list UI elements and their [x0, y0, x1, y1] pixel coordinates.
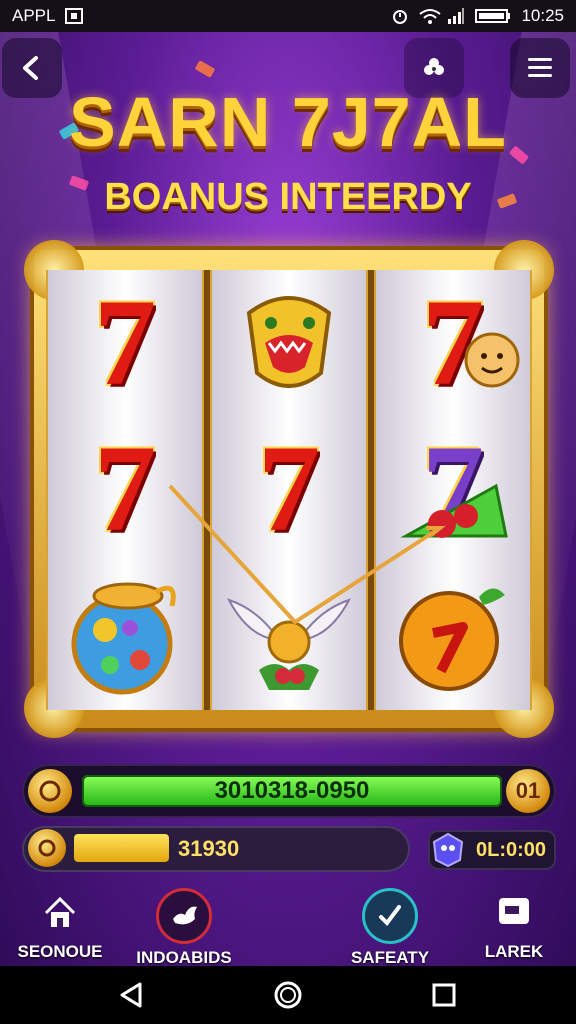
- wifi-icon: [419, 7, 442, 25]
- coin-icon: [28, 769, 72, 813]
- back-triangle-icon[interactable]: [116, 980, 146, 1015]
- shield-check-icon: [362, 888, 418, 944]
- payline-arrows: [168, 484, 446, 625]
- signal-icon: [447, 7, 465, 25]
- balance-value: 3010318-0950: [82, 775, 502, 807]
- timer-value: 0L:0:00: [476, 839, 547, 861]
- bird-icon: [156, 888, 212, 944]
- nav-label: SEONOUE: [17, 942, 103, 961]
- bet-fill: [74, 834, 169, 862]
- alarm-icon: [391, 7, 409, 25]
- back-arrow-icon: [23, 56, 38, 80]
- chat-icon: [489, 888, 539, 938]
- home-icon: [35, 888, 85, 938]
- bet-bar: 31930: [22, 826, 410, 872]
- game-title: SARN 7J7AL: [69, 83, 507, 161]
- nav-label: SAFEATY: [350, 948, 430, 967]
- hamburger-menu-icon: [528, 58, 552, 77]
- battery-icon: [475, 7, 511, 25]
- gem-icon: [430, 832, 466, 873]
- timer-panel[interactable]: 0L:0:00: [428, 830, 556, 870]
- bet-value: 31930: [178, 836, 240, 861]
- status-time: 10:25: [521, 6, 564, 25]
- nav-item-indoabids[interactable]: INDOABIDS: [124, 888, 244, 967]
- nav-item-safety[interactable]: SAFEATY: [330, 888, 450, 967]
- clover-icon: [424, 58, 444, 75]
- slot-machine-frame: 7 7 7 7 7: [24, 240, 554, 738]
- coin-icon: [28, 829, 66, 867]
- system-navigation-bar: [0, 966, 576, 1024]
- home-circle-icon[interactable]: [272, 979, 304, 1016]
- level-badge[interactable]: 01: [506, 769, 550, 813]
- recents-square-icon[interactable]: [430, 981, 458, 1014]
- nav-item-larek[interactable]: LAREK: [454, 888, 574, 964]
- screenshot-icon: [65, 7, 84, 25]
- status-bar: APPL 10:25: [0, 0, 576, 32]
- nav-item-home[interactable]: SEONOUE: [0, 888, 120, 964]
- status-app-label: APPL: [12, 6, 56, 25]
- nav-label: INDOABIDS: [136, 948, 232, 967]
- nav-label: LAREK: [484, 942, 544, 961]
- balance-bar: 3010318-0950 01: [22, 764, 556, 818]
- bonus-subtitle: BOANUS INTEERDY: [104, 176, 472, 218]
- confetti: [194, 60, 216, 78]
